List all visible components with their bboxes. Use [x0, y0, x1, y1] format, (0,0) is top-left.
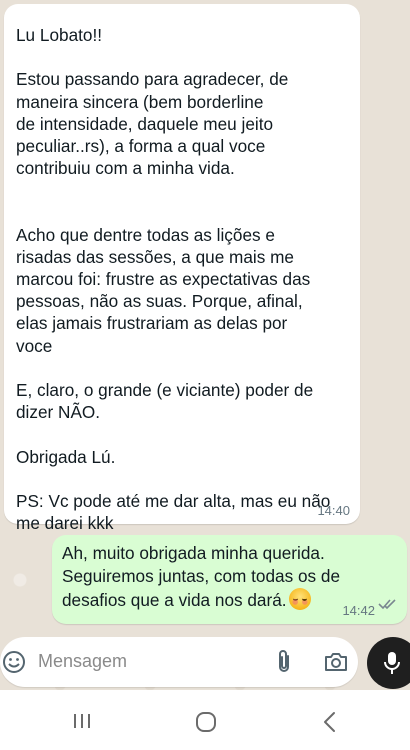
message-line: Acho que dentre todas as lições e — [16, 224, 275, 245]
message-input[interactable]: Mensagem — [38, 651, 127, 672]
incoming-message-bubble[interactable]: Lu Lobato!! Estou passando para agradece… — [4, 4, 360, 533]
message-line: dizer NÃO. — [16, 402, 101, 423]
message-line: risadas das sessões, a que mais me — [16, 246, 294, 267]
message-line — [16, 468, 346, 490]
message-line — [16, 357, 346, 379]
message-line — [16, 179, 346, 201]
message-line: maneira sincera (bem borderline — [16, 91, 264, 112]
outgoing-message-bubble[interactable]: Ah, muito obrigada minha querida. Seguir… — [52, 535, 407, 624]
message-composer[interactable]: Mensagem — [0, 637, 358, 687]
message-line — [16, 46, 346, 68]
message-line — [16, 423, 346, 445]
voice-message-button[interactable] — [367, 637, 410, 689]
camera-icon[interactable] — [323, 650, 349, 679]
recent-apps-icon[interactable] — [72, 712, 92, 735]
message-line: Ah, muito obrigada minha querida. — [62, 543, 325, 563]
message-line: Estou passando para agradecer, de — [16, 69, 289, 90]
message-timestamp: 14:40 — [317, 503, 350, 518]
emoji-icon[interactable] — [2, 650, 26, 679]
message-line: Lu Lobato!! — [16, 25, 103, 45]
message-line: desafios que a vida nos dará. — [62, 590, 287, 610]
message-line: marcou foi: frustre as expectativas das — [16, 269, 311, 290]
message-line: pessoas, não as suas. Porque, afinal, — [16, 291, 303, 312]
attach-icon[interactable] — [274, 649, 294, 680]
message-line: Seguiremos juntas, com todas os de — [62, 566, 341, 586]
smiling-face-emoji-icon — [288, 588, 311, 610]
message-line: PS: Vc pode até me dar alta, mas eu não — [16, 490, 331, 511]
message-line: de intensidade, daquele meu jeito — [16, 113, 274, 134]
back-icon[interactable] — [322, 711, 338, 738]
message-line — [16, 202, 346, 224]
message-line: peculiar..rs), a forma a qual voce — [16, 135, 266, 156]
mic-icon — [382, 650, 402, 681]
message-line: E, claro, o grande (e viciante) poder de — [16, 380, 314, 400]
message-line: elas jamais frustrariam as delas por — [16, 313, 288, 334]
home-icon[interactable] — [195, 711, 217, 738]
system-navigation-bar — [0, 690, 410, 750]
message-timestamp: 14:42 — [342, 603, 375, 618]
message-line: voce — [16, 335, 53, 356]
message-line: me darei kkk — [16, 513, 114, 534]
read-receipt-icon — [378, 597, 398, 615]
message-line: Obrigada Lú. — [16, 446, 116, 467]
message-line: contribuiu com a minha vida. — [16, 158, 235, 179]
